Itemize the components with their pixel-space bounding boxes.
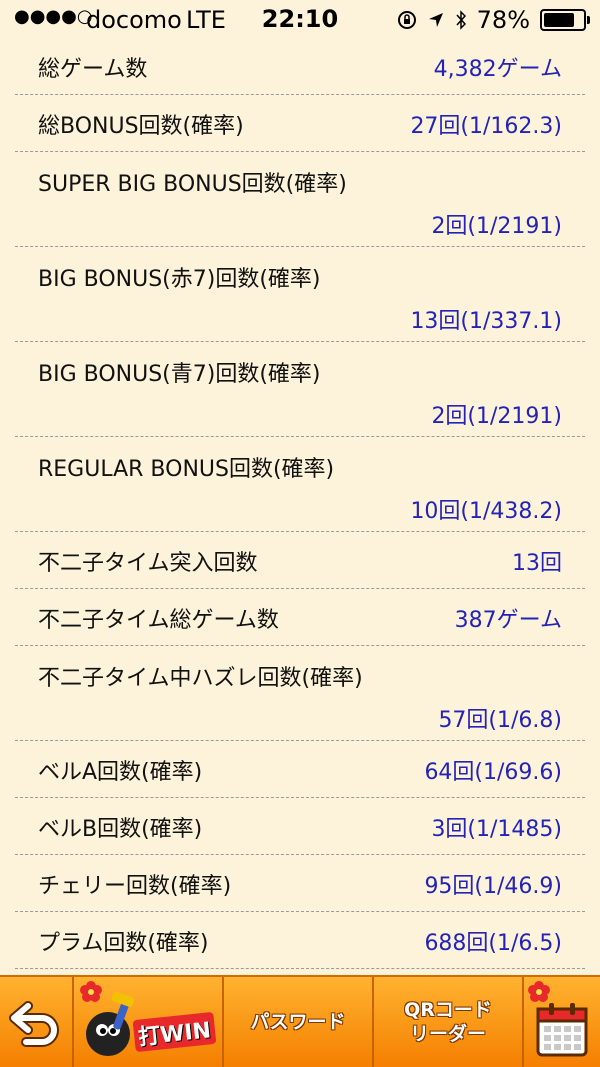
stat-label: REGULAR BONUS回数(確率) xyxy=(38,457,335,482)
stat-value: 387ゲーム xyxy=(454,608,562,633)
uchiwin-logo: 打WIN xyxy=(78,982,218,1062)
qr-label-line1: QRコード xyxy=(404,999,492,1021)
stat-label: ベルB回数(確率) xyxy=(38,817,203,842)
stat-value: 10回(1/438.2) xyxy=(410,499,562,524)
rotation-lock-icon xyxy=(397,11,416,29)
stat-label: 不二子タイム突入回数 xyxy=(38,551,258,576)
stat-row-plum: プラム回数(確率) 688回(1/6.5) xyxy=(15,912,585,969)
stat-value: 2回(1/2191) xyxy=(431,404,562,429)
stat-value: 64回(1/69.6) xyxy=(424,760,562,785)
stat-label: チェリー回数(確率) xyxy=(38,874,232,899)
battery-fill xyxy=(544,13,574,27)
stat-row-fujiko-misses: 不二子タイム中ハズレ回数(確率) 57回(1/6.8) xyxy=(15,646,585,741)
stat-label: BIG BONUS(赤7)回数(確率) xyxy=(38,267,321,292)
stat-row-total-games: 総ゲーム数 4,382ゲーム xyxy=(15,38,585,95)
stat-row-big-bonus-blue7: BIG BONUS(青7)回数(確率) 2回(1/2191) xyxy=(15,342,585,437)
stat-value: 57回(1/6.8) xyxy=(438,708,562,733)
qr-label-line2: リーダー xyxy=(409,1023,486,1045)
stat-label: SUPER BIG BONUS回数(確率) xyxy=(38,172,347,197)
bluetooth-icon xyxy=(456,10,466,30)
stat-row-fujiko-entries: 不二子タイム突入回数 13回 xyxy=(15,532,585,589)
logo-text: 打WIN xyxy=(132,1011,217,1053)
stat-value: 13回(1/337.1) xyxy=(410,309,562,334)
password-button[interactable]: パスワード xyxy=(224,977,374,1067)
status-bar: ●●●●○ docomo LTE 22:10 78% xyxy=(0,0,600,40)
stat-row-big-bonus-red7: BIG BONUS(赤7)回数(確率) 13回(1/337.1) xyxy=(15,247,585,342)
stat-row-total-bonus: 総BONUS回数(確率) 27回(1/162.3) xyxy=(15,95,585,152)
plum-flower-icon xyxy=(528,981,550,1002)
stat-label: 総ゲーム数 xyxy=(38,57,148,82)
stat-row-bell-b: ベルB回数(確率) 3回(1/1485) xyxy=(15,798,585,855)
stat-value: 4,382ゲーム xyxy=(433,57,562,82)
stat-label: 不二子タイム総ゲーム数 xyxy=(38,608,279,633)
stat-row-super-big-bonus: SUPER BIG BONUS回数(確率) 2回(1/2191) xyxy=(15,152,585,247)
stat-row-regular-bonus: REGULAR BONUS回数(確率) 10回(1/438.2) xyxy=(15,437,585,532)
password-label: パスワード xyxy=(250,1011,346,1033)
stat-row-cherry: チェリー回数(確率) 95回(1/46.9) xyxy=(15,855,585,912)
battery-percent: 78% xyxy=(476,6,530,34)
calendar-button[interactable] xyxy=(524,977,600,1067)
bottom-toolbar: 打WIN パスワード QRコード リーダー xyxy=(0,975,600,1067)
qr-reader-label: QRコード リーダー xyxy=(404,998,492,1046)
qr-reader-button[interactable]: QRコード リーダー xyxy=(374,977,524,1067)
back-arrow-icon xyxy=(9,1001,59,1047)
stat-label: 不二子タイム中ハズレ回数(確率) xyxy=(38,666,363,691)
stat-value: 13回 xyxy=(512,551,562,576)
stat-label: プラム回数(確率) xyxy=(38,931,209,956)
back-button[interactable] xyxy=(0,977,74,1067)
stat-value: 95回(1/46.9) xyxy=(424,874,562,899)
stat-value: 688回(1/6.5) xyxy=(424,931,562,956)
stat-row-bell-a: ベルA回数(確率) 64回(1/69.6) xyxy=(15,741,585,798)
stat-label: 総BONUS回数(確率) xyxy=(38,114,244,139)
stat-value: 2回(1/2191) xyxy=(431,214,562,239)
stat-value: 3回(1/1485) xyxy=(431,817,562,842)
battery-icon xyxy=(540,9,590,31)
location-icon xyxy=(428,13,443,27)
stat-label: ベルA回数(確率) xyxy=(38,760,203,785)
stat-row-fujiko-total-games: 不二子タイム総ゲーム数 387ゲーム xyxy=(15,589,585,646)
logo-button[interactable]: 打WIN xyxy=(74,977,224,1067)
calendar-icon xyxy=(536,1003,588,1057)
stats-list: 総ゲーム数 4,382ゲーム 総BONUS回数(確率) 27回(1/162.3)… xyxy=(0,38,600,969)
stat-value: 27回(1/162.3) xyxy=(410,114,562,139)
status-right: 78% xyxy=(397,6,590,34)
stat-label: BIG BONUS(青7)回数(確率) xyxy=(38,362,321,387)
